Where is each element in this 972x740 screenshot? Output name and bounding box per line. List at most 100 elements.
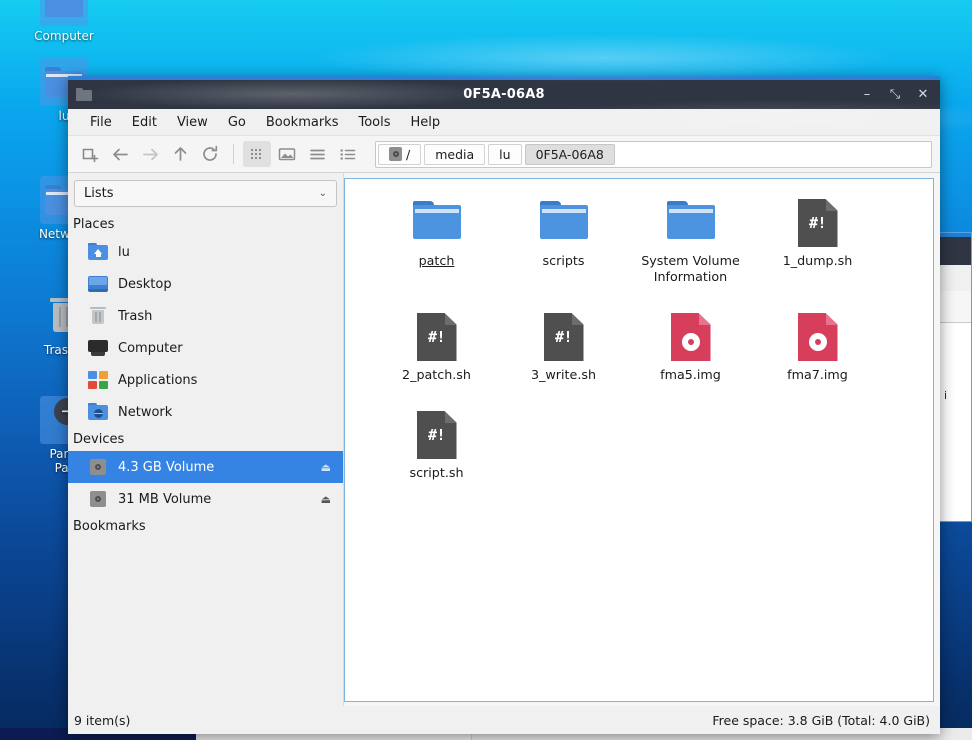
close-button[interactable]: ✕ <box>916 88 930 101</box>
breadcrumb-current[interactable]: 0F5A-06A8 <box>524 143 615 165</box>
menu-help[interactable]: Help <box>401 113 451 132</box>
menu-view[interactable]: View <box>167 113 218 132</box>
sidebar-item-desktop[interactable]: Desktop <box>68 268 343 300</box>
home-folder-icon <box>88 243 108 261</box>
detailed-list-view-icon[interactable] <box>333 141 361 167</box>
window-controls: – ⤡ ✕ <box>860 88 934 101</box>
sidebar-item-lu[interactable]: lu <box>68 236 343 268</box>
file-name: patch <box>418 253 455 268</box>
window-body: Lists ⌄ Places lu Desktop Trash Computer… <box>68 173 940 706</box>
icon-view-icon[interactable] <box>243 141 271 167</box>
compact-list-view-icon[interactable] <box>303 141 331 167</box>
network-folder-icon <box>88 403 108 421</box>
window-titlebar[interactable]: 0F5A-06A8 – ⤡ ✕ <box>68 80 940 109</box>
file-name: script.sh <box>409 465 464 480</box>
eject-icon[interactable]: ⏏ <box>321 461 331 474</box>
toolbar: / media lu 0F5A-06A8 <box>68 136 940 173</box>
eject-icon[interactable]: ⏏ <box>321 493 331 506</box>
window-title: 0F5A-06A8 <box>463 87 545 102</box>
background-window-text: i <box>944 389 948 402</box>
back-icon[interactable] <box>106 141 134 167</box>
volume-icon <box>88 458 108 476</box>
script-badge: #! <box>427 426 446 444</box>
file-item[interactable]: patch <box>373 197 500 285</box>
file-item[interactable]: fma5.img <box>627 311 754 383</box>
sidebar-heading-devices: Devices <box>73 432 125 447</box>
sidebar-heading-places: Places <box>73 217 115 232</box>
computer-icon <box>88 339 108 357</box>
sidebar-item-network[interactable]: Network <box>68 396 343 428</box>
sidebar-item-label: 31 MB Volume <box>118 491 212 507</box>
menu-bookmarks[interactable]: Bookmarks <box>256 113 349 132</box>
sidebar-list-selector[interactable]: Lists ⌄ <box>74 180 337 207</box>
file-item[interactable]: #! 1_dump.sh <box>754 197 881 285</box>
file-item[interactable]: #! script.sh <box>373 409 500 481</box>
folder-icon <box>500 197 627 247</box>
reload-icon[interactable] <box>196 141 224 167</box>
breadcrumb-root[interactable]: / <box>378 143 422 165</box>
new-tab-icon[interactable] <box>76 141 104 167</box>
computer-icon <box>40 0 88 26</box>
file-name: 1_dump.sh <box>782 253 853 268</box>
file-name: System Volume Information <box>641 253 740 284</box>
sidebar-item-volume-31mb[interactable]: 31 MB Volume ⏏ <box>68 483 343 515</box>
sidebar-item-label: Trash <box>118 308 153 324</box>
up-icon[interactable] <box>166 141 194 167</box>
sidebar-list-selector-value: Lists <box>84 186 114 201</box>
menu-file[interactable]: File <box>80 113 122 132</box>
file-item[interactable]: #! 3_write.sh <box>500 311 627 383</box>
sidebar-item-label: Network <box>118 404 173 420</box>
toolbar-separator <box>233 144 234 164</box>
file-name: fma5.img <box>660 367 721 382</box>
background-window[interactable]: i <box>938 232 972 522</box>
sidebar: Lists ⌄ Places lu Desktop Trash Computer… <box>68 173 344 706</box>
script-file-icon: #! <box>754 197 881 247</box>
file-name: 2_patch.sh <box>402 367 471 382</box>
disk-icon <box>389 147 402 161</box>
breadcrumb-label: media <box>435 146 475 162</box>
maximize-button[interactable]: ⤡ <box>888 88 902 101</box>
sidebar-item-trash[interactable]: Trash <box>68 300 343 332</box>
script-badge: #! <box>554 328 573 346</box>
disc-image-icon <box>627 311 754 361</box>
statusbar: 9 item(s) Free space: 3.8 GiB (Total: 4.… <box>68 706 940 734</box>
sidebar-item-label: lu <box>118 244 130 260</box>
file-name: scripts <box>542 253 585 268</box>
minimize-button[interactable]: – <box>860 88 874 101</box>
folder-icon <box>373 197 500 247</box>
folder-icon <box>627 197 754 247</box>
sidebar-item-label: Computer <box>118 340 183 356</box>
script-file-icon: #! <box>373 311 500 361</box>
forward-icon[interactable] <box>136 141 164 167</box>
file-grid: patch scripts System Volume Information <box>373 197 923 481</box>
trash-icon <box>88 307 108 325</box>
file-item[interactable]: scripts <box>500 197 627 285</box>
sidebar-heading-bookmarks: Bookmarks <box>73 519 146 534</box>
volume-icon <box>88 490 108 508</box>
desktop-icon-computer[interactable]: Computer <box>18 0 110 43</box>
menu-go[interactable]: Go <box>218 113 256 132</box>
background-window-menubar <box>939 265 971 291</box>
breadcrumb-lu[interactable]: lu <box>488 143 522 165</box>
sidebar-item-computer[interactable]: Computer <box>68 332 343 364</box>
sidebar-item-label: Desktop <box>118 276 172 292</box>
thumbnail-view-icon[interactable] <box>273 141 301 167</box>
file-manager-window: 0F5A-06A8 – ⤡ ✕ File Edit View Go Bookma… <box>68 76 940 734</box>
sidebar-item-volume-4gb[interactable]: 4.3 GB Volume ⏏ <box>68 451 343 483</box>
script-badge: #! <box>427 328 446 346</box>
file-view[interactable]: patch scripts System Volume Information <box>344 178 934 702</box>
menu-tools[interactable]: Tools <box>348 113 400 132</box>
desktop-icon-label: Computer <box>34 29 94 43</box>
breadcrumb-label: / <box>406 146 411 162</box>
file-item[interactable]: fma7.img <box>754 311 881 383</box>
menu-edit[interactable]: Edit <box>122 113 167 132</box>
background-window-toolbar <box>939 291 971 323</box>
file-item[interactable]: #! 2_patch.sh <box>373 311 500 383</box>
sidebar-item-applications[interactable]: Applications <box>68 364 343 396</box>
script-file-icon: #! <box>500 311 627 361</box>
folder-icon <box>76 88 92 101</box>
free-space-label: Free space: 3.8 GiB (Total: 4.0 GiB) <box>712 712 930 728</box>
disc-image-icon <box>754 311 881 361</box>
breadcrumb-media[interactable]: media <box>424 143 486 165</box>
file-item[interactable]: System Volume Information <box>627 197 754 285</box>
